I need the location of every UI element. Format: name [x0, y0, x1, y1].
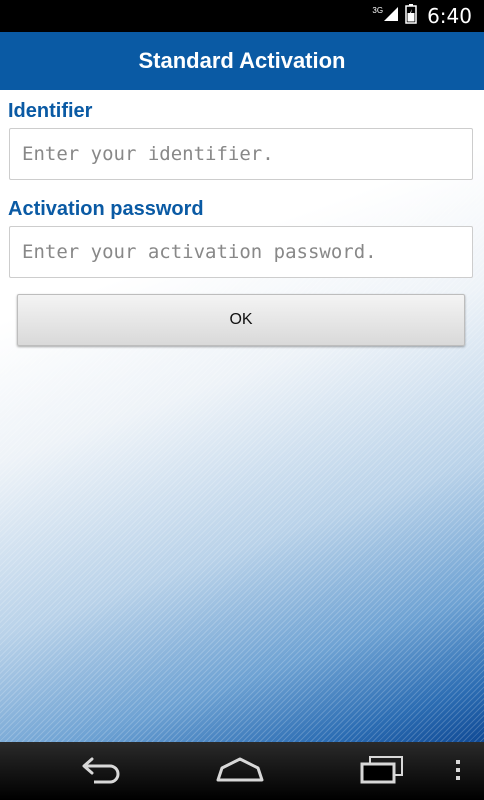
- back-icon[interactable]: [72, 750, 128, 795]
- menu-icon[interactable]: [448, 750, 468, 795]
- battery-icon: [405, 3, 417, 29]
- status-bar: 3G 6:40: [0, 0, 484, 32]
- identifier-input[interactable]: [9, 128, 473, 180]
- activation-password-label: Activation password: [8, 198, 204, 220]
- activation-form: Identifier Activation password OK: [0, 90, 484, 742]
- app-bar: Standard Activation: [0, 32, 484, 90]
- activation-password-input[interactable]: [9, 226, 473, 278]
- home-icon[interactable]: [212, 750, 268, 795]
- identifier-label: Identifier: [8, 100, 93, 122]
- signal-icon: [383, 6, 399, 27]
- navigation-bar: [0, 742, 484, 800]
- recent-apps-icon[interactable]: [354, 750, 410, 795]
- status-time: 6:40: [427, 4, 472, 28]
- page-title: Standard Activation: [138, 48, 346, 73]
- network-type-label: 3G: [372, 5, 384, 15]
- ok-button[interactable]: OK: [17, 294, 465, 346]
